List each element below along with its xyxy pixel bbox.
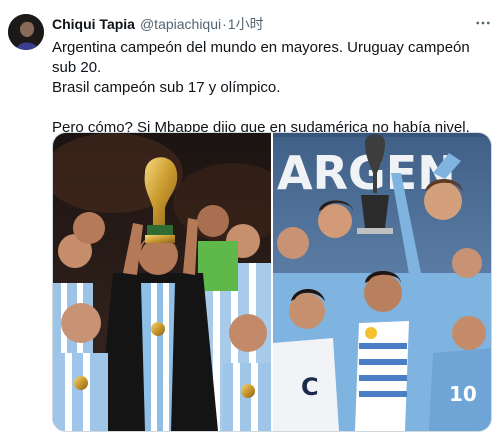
user-handle[interactable]: @tapiachiqui bbox=[140, 16, 221, 32]
argentina-celebration-image bbox=[53, 133, 271, 431]
uruguay-celebration-image: ARGEN C 10 bbox=[273, 133, 491, 431]
avatar[interactable] bbox=[8, 14, 44, 50]
jersey-number: 10 bbox=[449, 382, 477, 406]
tweet-text-line: Brasil campeón sub 17 y olímpico. bbox=[52, 79, 281, 96]
separator-dot: · bbox=[222, 16, 227, 32]
media-grid: ARGEN C 10 bbox=[52, 132, 492, 432]
tweet-header: Chiqui Tapia @tapiachiqui · 1小时 bbox=[52, 14, 264, 34]
tweet-text-line: Argentina campeón del mundo en mayores. … bbox=[52, 39, 470, 76]
timestamp[interactable]: 1小时 bbox=[228, 14, 264, 34]
more-horizontal-icon bbox=[476, 21, 490, 25]
tweet-card[interactable]: Chiqui Tapia @tapiachiqui · 1小时 Argentin… bbox=[0, 0, 500, 440]
display-name[interactable]: Chiqui Tapia bbox=[52, 16, 135, 32]
avatar-image bbox=[8, 14, 44, 50]
photo-uruguay-celebration[interactable]: ARGEN C 10 bbox=[273, 133, 491, 431]
photo-argentina-celebration[interactable] bbox=[53, 133, 271, 431]
jersey-letter: C bbox=[301, 373, 319, 401]
tweet-text: Argentina campeón del mundo en mayores. … bbox=[52, 38, 492, 138]
more-options-button[interactable] bbox=[472, 12, 494, 34]
